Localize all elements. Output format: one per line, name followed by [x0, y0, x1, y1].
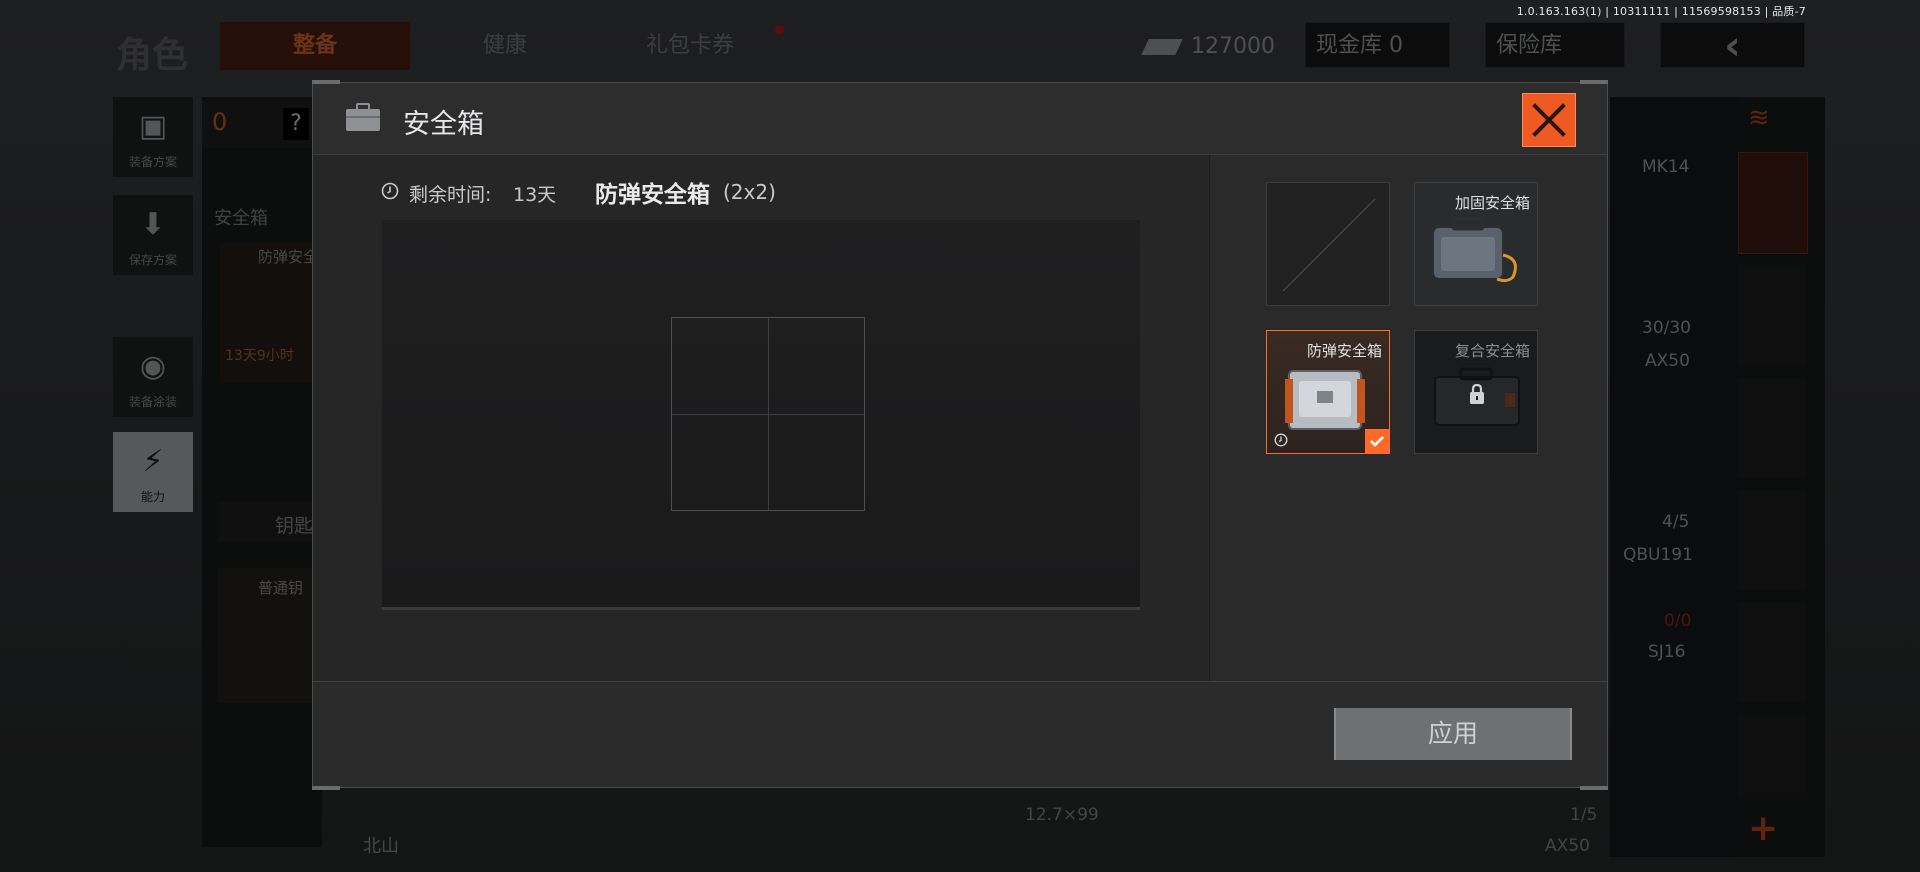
- frame-corner: [312, 80, 340, 84]
- safebox-card-reinforced[interactable]: 加固安全箱: [1414, 182, 1538, 306]
- weapon-ammo: 4/5: [1662, 512, 1690, 532]
- ammo-count: 1/5: [1570, 805, 1598, 825]
- close-icon: [1532, 103, 1566, 137]
- safebox-size: (2x2): [723, 180, 776, 204]
- vest-icon: ▣: [138, 109, 168, 144]
- safebox-section-label: 安全箱: [214, 208, 268, 229]
- ammo-row: [1020, 800, 1595, 851]
- tab-gear[interactable]: 整备: [220, 22, 410, 70]
- safebox-slot-name: 防弹安全: [258, 248, 319, 266]
- slot-ammo[interactable]: [1738, 602, 1806, 702]
- safebox-card-name: 防弹安全箱: [1306, 342, 1382, 360]
- slot-secondary[interactable]: [1738, 265, 1806, 365]
- reinforced-case-icon: [1432, 217, 1517, 283]
- lightning-icon: ⚡: [142, 444, 164, 479]
- safebox-dialog: 安全箱 剩余时间: 13天 防弹安全箱 (2x2) 加固安全箱 防弹安全箱 复合…: [312, 82, 1608, 788]
- location-text: 北山: [363, 836, 399, 857]
- frame-corner: [1580, 786, 1608, 790]
- weapon-ammo: 0/0: [1664, 611, 1692, 631]
- ammo-weapon: AX50: [1545, 836, 1590, 856]
- refresh-stack-icon[interactable]: ≋: [1748, 103, 1788, 139]
- key-slot-name: 普通钥: [258, 579, 304, 597]
- safebox-card-name: 加固安全箱: [1454, 194, 1530, 212]
- key-section-label: 钥匙: [275, 515, 314, 537]
- equipment-paint-button[interactable]: ◉ 装备涂装: [113, 337, 193, 417]
- slot-primary-active[interactable]: [1738, 152, 1808, 254]
- empty-slot-icon: [1282, 198, 1376, 292]
- equipment-plan-button[interactable]: ▣ 装备方案: [113, 97, 193, 177]
- save-plan-button[interactable]: ⬇ 保存方案: [113, 195, 193, 275]
- safebox-card-composite[interactable]: 复合安全箱: [1414, 330, 1538, 454]
- backpack-count: 0: [212, 108, 228, 136]
- money-icon: [1141, 39, 1183, 55]
- storage-grid[interactable]: [671, 317, 865, 511]
- clock-icon: [381, 182, 399, 200]
- storage-area: [382, 220, 1140, 610]
- ability-label: 能力: [140, 490, 165, 504]
- slot-rifle[interactable]: [1738, 378, 1806, 478]
- page-title: 角色: [116, 35, 189, 76]
- equipment-plan-label: 装备方案: [128, 155, 177, 169]
- frame-corner: [1580, 80, 1608, 84]
- ammo-name: 12.7×99: [1025, 805, 1099, 825]
- weapon-name: AX50: [1645, 351, 1690, 371]
- slot-magazine[interactable]: [1738, 490, 1806, 590]
- grid-divider: [672, 414, 864, 415]
- close-button[interactable]: [1522, 93, 1576, 147]
- add-slot-icon[interactable]: +: [1748, 808, 1778, 849]
- version-text: 1.0.163.163(1) | 10311111 | 11569598153 …: [1516, 5, 1806, 18]
- dialog-title: 安全箱: [403, 109, 484, 140]
- safebox-card-name: 复合安全箱: [1454, 342, 1530, 360]
- dialog-header: [313, 83, 1607, 155]
- briefcase-icon: [346, 103, 380, 131]
- lock-icon: [1470, 383, 1484, 404]
- help-button[interactable]: ?: [283, 108, 309, 140]
- equipment-paint-label: 装备涂装: [128, 395, 177, 409]
- selected-badge: [1365, 429, 1389, 453]
- remaining-time-label: 剩余时间:: [409, 184, 492, 206]
- helmet-icon: ◉: [139, 349, 167, 384]
- weapon-panel: [1610, 97, 1750, 857]
- safebox-card-bulletproof[interactable]: 防弹安全箱: [1266, 330, 1390, 454]
- back-button[interactable]: ‹: [1660, 22, 1805, 69]
- safebox-name: 防弹安全箱: [595, 182, 710, 208]
- remaining-time-value: 13天: [513, 184, 557, 206]
- money-value: 127000: [1191, 34, 1275, 59]
- tab-health[interactable]: 健康: [420, 22, 590, 70]
- slot-accessory[interactable]: [1738, 715, 1806, 795]
- money-display: 127000: [1141, 28, 1275, 66]
- timer-icon: [1274, 433, 1288, 447]
- weapon-name: SJ16: [1648, 642, 1686, 662]
- checkmark-icon: [1370, 436, 1384, 447]
- notification-dot: [775, 25, 784, 34]
- safebox-slot-time: 13天9小时: [225, 348, 294, 364]
- apply-button[interactable]: 应用: [1334, 708, 1572, 760]
- tab-gift-coupon[interactable]: 礼包卡券: [600, 22, 780, 70]
- save-plan-label: 保存方案: [128, 253, 177, 267]
- cash-vault-button[interactable]: 现金库 0: [1305, 22, 1450, 68]
- weapon-ammo: 30/30: [1642, 318, 1691, 338]
- ability-button[interactable]: ⚡ 能力: [113, 432, 193, 512]
- weapon-name: QBU191: [1623, 545, 1693, 565]
- download-icon: ⬇: [140, 207, 166, 242]
- frame-corner: [312, 786, 340, 790]
- safebox-card-empty[interactable]: [1266, 182, 1390, 306]
- vault-button[interactable]: 保险库: [1485, 22, 1625, 68]
- weapon-name: MK14: [1642, 157, 1690, 177]
- bulletproof-case-icon: [1285, 370, 1365, 430]
